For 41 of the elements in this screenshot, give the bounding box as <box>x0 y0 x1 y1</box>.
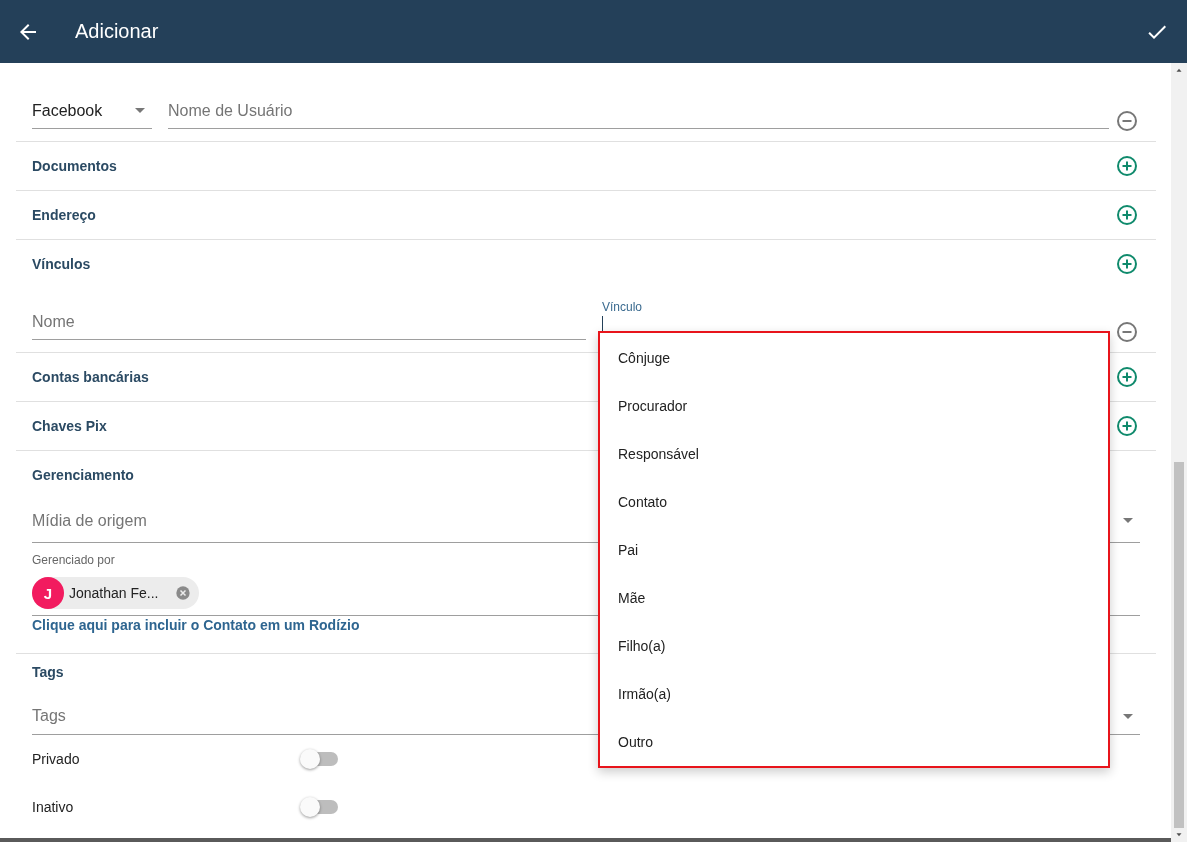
add-icon[interactable] <box>1115 252 1139 276</box>
switch-label: Inativo <box>32 799 75 815</box>
name-field[interactable]: Nome <box>32 304 586 340</box>
user-chip[interactable]: J Jonathan Fe... <box>32 577 199 609</box>
username-field[interactable]: Nome de Usuário <box>168 93 1109 129</box>
section-title: Tags <box>32 664 64 680</box>
toggle-switch[interactable] <box>302 800 338 814</box>
toggle-switch[interactable] <box>302 752 338 766</box>
avatar: J <box>32 577 64 609</box>
menu-option[interactable]: Mãe <box>600 574 1108 622</box>
add-icon[interactable] <box>1115 414 1139 438</box>
select-value: Facebook <box>32 101 103 120</box>
add-icon[interactable] <box>1115 365 1139 389</box>
section-title: Chaves Pix <box>32 418 107 434</box>
menu-option[interactable]: Filho(a) <box>600 622 1108 670</box>
field-placeholder: Mídia de origem <box>32 511 147 530</box>
field-placeholder: Tags <box>32 707 66 725</box>
section-title: Contas bancárias <box>32 369 149 385</box>
menu-option[interactable]: Cônjuge <box>600 334 1108 382</box>
add-icon[interactable] <box>1115 154 1139 178</box>
field-label: Gerenciado por <box>32 553 116 567</box>
network-select[interactable]: Facebook <box>32 93 152 129</box>
page-title: Adicionar <box>75 20 160 43</box>
section-title: Gerenciamento <box>32 467 134 483</box>
dropdown-arrow-icon <box>1123 518 1133 523</box>
section-title: Endereço <box>32 207 96 223</box>
menu-option[interactable]: Responsável <box>600 430 1108 478</box>
remove-chip-icon[interactable] <box>173 583 193 603</box>
remove-icon[interactable] <box>1115 320 1139 344</box>
dropdown-arrow-icon <box>135 108 145 113</box>
menu-option[interactable]: Procurador <box>600 382 1108 430</box>
field-label: Vínculo <box>602 300 644 314</box>
chip-name: Jonathan Fe... <box>69 585 160 601</box>
section-title: Documentos <box>32 158 117 174</box>
dropdown-arrow-icon <box>1123 713 1133 719</box>
scrollbar-thumb[interactable] <box>1174 462 1184 828</box>
add-icon[interactable] <box>1115 203 1139 227</box>
switch-label: Privado <box>32 751 81 767</box>
rotation-link[interactable]: Clique aqui para incluir o Contato em um Rodízio <box>32 617 360 633</box>
section-title: Vínculos <box>32 256 91 272</box>
remove-icon[interactable] <box>1115 109 1139 133</box>
